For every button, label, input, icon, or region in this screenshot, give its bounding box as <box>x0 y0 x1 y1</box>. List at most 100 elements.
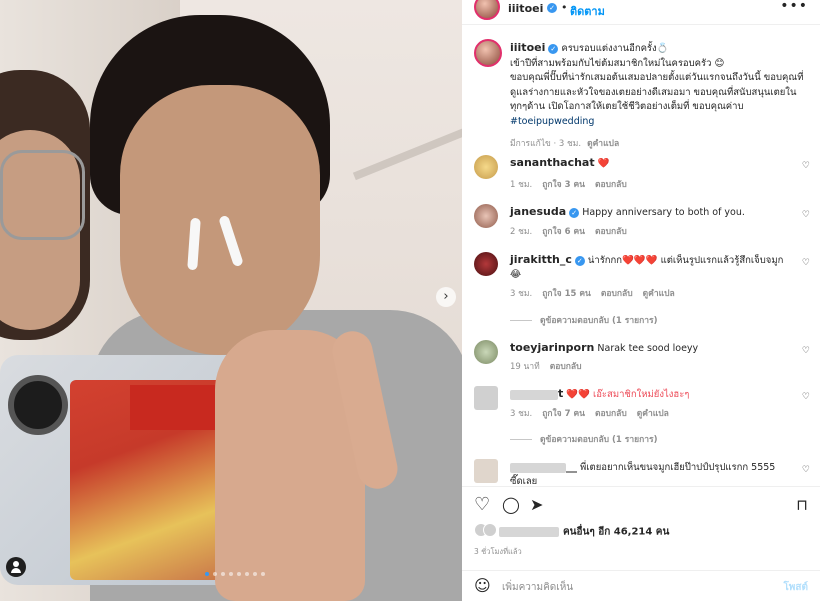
comment-body: ❤️❤️ เอ๊ะสมาชิกใหม่ยังไงฮะๆ <box>566 389 690 400</box>
comment-icon[interactable]: ◯ <box>502 495 520 514</box>
comment-likes[interactable]: ถูกใจ 7 คน <box>542 409 585 419</box>
post-sidebar: iiitoei ✓ • ติดตาม ••• iiitoei ✓ ครบรอบแต… <box>462 0 820 601</box>
carousel-dot <box>213 572 217 576</box>
carousel-dot <box>245 572 249 576</box>
comment-text: toeyjarinporn Narak tee sood loeyy <box>510 341 790 356</box>
hashtag-link[interactable]: #toeipupwedding <box>510 116 594 127</box>
comment-input[interactable]: เพิ่มความคิดเห็น <box>502 580 573 595</box>
avatar[interactable] <box>474 459 498 483</box>
comment-username[interactable]: __ <box>566 460 577 473</box>
caption-username[interactable]: iiitoei <box>510 41 545 54</box>
comment-text: t ❤️❤️ เอ๊ะสมาชิกใหม่ยังไงฮะๆ <box>510 387 790 402</box>
caption-meta: มีการแก้ไข · 3 ชม. ดูคำแปล <box>510 136 619 150</box>
comment-username[interactable]: toeyjarinporn <box>510 341 594 354</box>
translate-link[interactable]: ดูคำแปล <box>643 289 675 299</box>
comment-meta: 3 ชม. ถูกใจ 15 คน ตอบกลับ ดูคำแปล <box>510 286 685 300</box>
comment-body: Happy anniversary to both of you. <box>582 207 745 218</box>
carousel-dot <box>229 572 233 576</box>
carousel-dot <box>205 572 209 576</box>
post-header: iiitoei ✓ • ติดตาม ••• <box>462 0 820 20</box>
emoji-icon[interactable]: ☺ <box>474 576 491 595</box>
bookmark-icon[interactable]: ⊓ <box>796 496 808 514</box>
avatar[interactable] <box>474 204 498 228</box>
header-username[interactable]: iiitoei <box>508 2 543 15</box>
comment-time: 3 ชม. <box>510 289 533 299</box>
redacted-username <box>510 389 558 400</box>
translate-link[interactable]: ดูคำแปล <box>587 139 619 149</box>
view-replies-link[interactable]: ดูข้อความตอบกลับ (1 รายการ) <box>510 313 657 327</box>
post-button[interactable]: โพสต์ <box>783 580 808 595</box>
verified-badge-icon: ✓ <box>574 255 585 266</box>
caption-line-1: ครบรอบแต่งงานอีกครั้ง💍 <box>561 43 669 54</box>
comment-meta: 1 ชม. ถูกใจ 3 คน ตอบกลับ <box>510 177 637 191</box>
view-replies-link[interactable]: ดูข้อความตอบกลับ (1 รายการ) <box>510 432 657 446</box>
comments-scroll[interactable]: iiitoei ✓ ครบรอบแต่งงานอีกครั้ง💍 เข้าปีที… <box>462 30 820 485</box>
heart-icon[interactable]: ♡ <box>802 465 810 475</box>
share-icon[interactable]: ➤ <box>530 495 543 514</box>
avatar[interactable] <box>474 39 502 67</box>
avatar[interactable] <box>474 386 498 410</box>
divider <box>462 24 820 25</box>
heart-icon[interactable]: ♡ <box>802 346 810 356</box>
comment-text: janesuda ✓ Happy anniversary to both of y… <box>510 205 790 220</box>
reply-button[interactable]: ตอบกลับ <box>595 180 627 190</box>
heart-icon[interactable]: ♡ <box>802 161 810 171</box>
caption-text: iiitoei ✓ ครบรอบแต่งงานอีกครั้ง💍 เข้าปีที… <box>510 41 810 129</box>
reply-button[interactable]: ตอบกลับ <box>550 362 582 372</box>
heart-icon[interactable]: ♡ <box>474 494 490 515</box>
likes-count[interactable]: คนอื่นๆ อีก 46,214 คน <box>563 527 669 538</box>
post-image[interactable]: › <box>0 0 462 601</box>
carousel-dot <box>253 572 257 576</box>
carousel-dots <box>205 572 265 576</box>
avatar[interactable] <box>474 252 498 276</box>
comment-meta: 3 ชม. ถูกใจ 7 คน ตอบกลับ ดูคำแปล <box>510 406 679 420</box>
likes-summary[interactable]: คนอื่นๆ อีก 46,214 คน <box>474 523 669 540</box>
carousel-dot <box>261 572 265 576</box>
reply-button[interactable]: ตอบกลับ <box>595 227 627 237</box>
comment-username[interactable]: t <box>558 387 563 400</box>
avatar[interactable] <box>474 0 500 20</box>
comment-username[interactable]: jirakitth_c <box>510 253 572 266</box>
reply-button[interactable]: ตอบกลับ <box>601 289 633 299</box>
comment-meta: 2 ชม. ถูกใจ 6 คน ตอบกลับ <box>510 224 637 238</box>
phone-camera <box>8 375 68 435</box>
comment-username[interactable]: sananthachat <box>510 156 595 169</box>
redacted-username <box>510 462 566 473</box>
comment-username[interactable]: janesuda <box>510 205 566 218</box>
comment-body: Narak tee sood loeyy <box>597 343 699 354</box>
comment-text: sananthachat ❤️ <box>510 156 790 171</box>
avatar[interactable] <box>474 155 498 179</box>
verified-badge-icon: ✓ <box>548 43 559 54</box>
separator-dot: • <box>561 1 568 14</box>
chevron-right-icon[interactable]: › <box>436 287 456 307</box>
comment-time: 19 นาที <box>510 362 540 372</box>
comment-likes[interactable]: ถูกใจ 15 คน <box>542 289 591 299</box>
follow-button[interactable]: ติดตาม <box>570 2 605 20</box>
caption-line-2: เข้าปีที่สามพร้อมกับไข่ต้มสมาชิกใหม่ในคร… <box>510 57 725 69</box>
carousel-dot <box>221 572 225 576</box>
caption-edited: มีการแก้ไข · 3 ชม. <box>510 139 582 149</box>
verified-badge-icon: ✓ <box>547 3 557 13</box>
heart-icon[interactable]: ♡ <box>802 258 810 268</box>
carousel-dot <box>237 572 241 576</box>
avatar[interactable] <box>474 340 498 364</box>
caption-line-3: ขอบคุณพี่ปั๊บที่น่ารักเสมอต้นเสมอปลายตั้… <box>510 72 804 112</box>
verified-badge-icon: ✓ <box>569 207 580 218</box>
glasses <box>0 150 85 240</box>
post-time[interactable]: 3 ชั่วโมงที่แล้ว <box>474 546 522 558</box>
more-options-icon[interactable]: ••• <box>780 0 808 14</box>
liker-avatars <box>474 523 497 540</box>
comment-meta: 19 นาที ตอบกลับ <box>510 359 592 373</box>
comment-text: __ พี่เตยอยากเห็นขนจมูกเฮียป๊าปป์ปรุปแรก… <box>510 460 790 485</box>
comment-time: 3 ชม. <box>510 409 533 419</box>
comment-time: 2 ชม. <box>510 227 533 237</box>
comment-likes[interactable]: ถูกใจ 6 คน <box>542 227 585 237</box>
user-tag-icon[interactable] <box>6 557 26 577</box>
heart-icon[interactable]: ♡ <box>802 392 810 402</box>
translate-link[interactable]: ดูคำแปล <box>637 409 669 419</box>
heart-icon[interactable]: ♡ <box>802 210 810 220</box>
reply-button[interactable]: ตอบกลับ <box>595 409 627 419</box>
comment-body: ❤️ <box>597 158 610 169</box>
comment-likes[interactable]: ถูกใจ 3 คน <box>542 180 585 190</box>
add-comment-bar: ☺ เพิ่มความคิดเห็น โพสต์ <box>462 571 820 601</box>
